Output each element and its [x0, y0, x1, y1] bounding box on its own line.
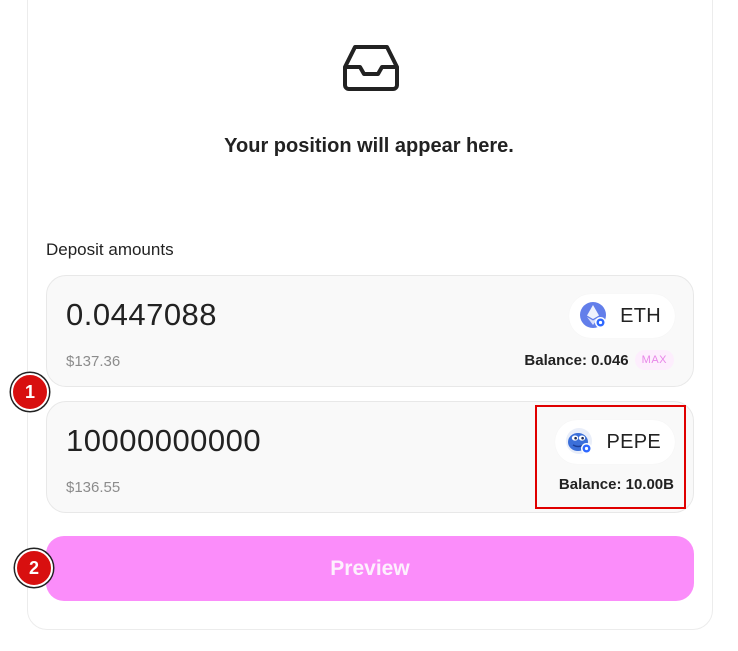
empty-position-message: Your position will appear here.: [224, 135, 514, 157]
step-1-badge: 1: [11, 373, 49, 411]
eth-amount-box: 0.0447088 $137.36 ETH Balance: 0.046 MAX: [46, 275, 694, 387]
pepe-amount-input[interactable]: 10000000000: [66, 423, 261, 459]
eth-balance-row: Balance: 0.046 MAX: [524, 350, 674, 370]
eth-amount-input[interactable]: 0.0447088: [66, 297, 217, 333]
pepe-highlight-annotation: [535, 405, 686, 509]
eth-token-symbol: ETH: [620, 304, 661, 327]
deposit-amounts-label: Deposit amounts: [46, 240, 174, 259]
eth-token-selector[interactable]: ETH: [569, 294, 675, 338]
eth-balance: Balance: 0.046: [524, 351, 629, 369]
inbox-icon: [343, 45, 399, 91]
step-2-badge: 2: [15, 549, 53, 587]
eth-logo-icon: [580, 302, 607, 328]
max-button[interactable]: MAX: [634, 350, 674, 370]
pepe-usd-value: $136.55: [66, 479, 121, 496]
preview-button[interactable]: Preview: [46, 536, 694, 601]
eth-usd-value: $137.36: [66, 353, 121, 370]
